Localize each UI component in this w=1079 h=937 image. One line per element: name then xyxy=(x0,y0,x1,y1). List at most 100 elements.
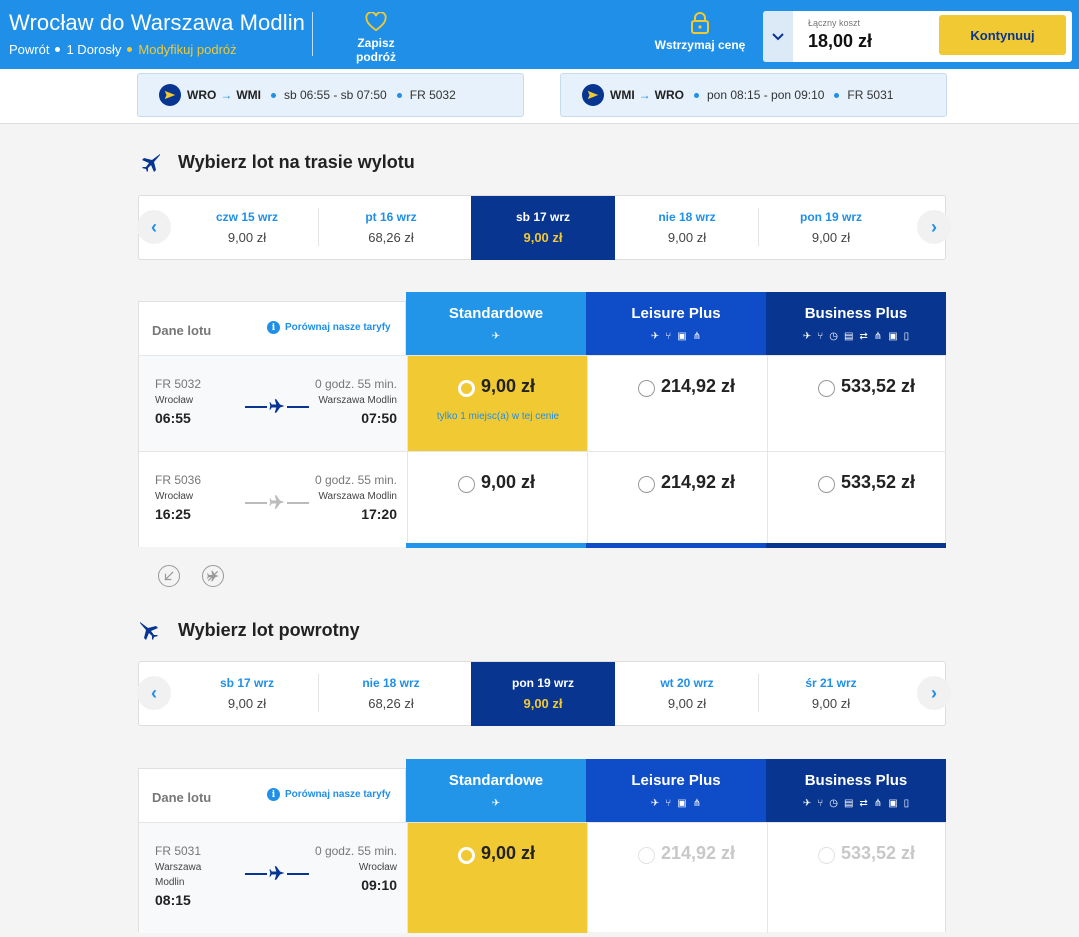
date-option[interactable]: czw 15 wrz 9,00 zł xyxy=(175,196,319,259)
summary-flight-number: FR 5031 xyxy=(847,88,894,102)
flex-icon: ⇄ xyxy=(859,331,868,342)
flight-info: FR 5036 0 godz. 55 min. Wrocław Warszawa… xyxy=(139,452,407,547)
flight-summary-strip: WRO → WMI sb 06:55 - sb 07:50 FR 5032 WM… xyxy=(0,69,1079,124)
date-label: nie 18 wrz xyxy=(658,210,716,224)
date-price: 9,00 zł xyxy=(227,696,267,711)
info-icon: i xyxy=(267,321,280,334)
departure-city: Wrocław xyxy=(155,395,194,406)
phone-icon: ▯ xyxy=(903,331,910,342)
summary-destination: WRO xyxy=(654,88,684,102)
no-plane-icon xyxy=(202,565,224,587)
fare-standard[interactable]: 9,00 zł tylko 1 miejsc(a) w tej cenie xyxy=(407,356,587,451)
fare-radio-selected[interactable] xyxy=(458,380,475,397)
flight-row: FR 5032 0 godz. 55 min. Wrocław Warszawa… xyxy=(138,355,946,451)
fare-price: 214,92 zł xyxy=(661,843,736,863)
date-label: sb 17 wrz xyxy=(219,676,275,690)
departure-city: Warszawa Modlin xyxy=(155,862,202,888)
arrival-time: 09:10 xyxy=(361,877,397,893)
fare-business[interactable]: 533,52 zł xyxy=(767,452,946,547)
date-price: 68,26 zł xyxy=(368,696,414,711)
fare-price: 9,00 zł xyxy=(481,472,536,492)
departure-city: Wrocław xyxy=(155,491,194,502)
tier-business-header: Business Plus ✈ ⑂ ◷ ▤ ⇄ ⋔ ▣ ▯ xyxy=(766,292,946,355)
modify-trip-link[interactable]: Modyfikuj podróż xyxy=(138,42,236,57)
departure-time: 08:15 xyxy=(155,892,191,908)
compare-fares-link[interactable]: i Porównaj nasze taryfy xyxy=(267,321,391,334)
date-option[interactable]: śr 21 wrz 9,00 zł xyxy=(759,662,903,725)
seat-icon: ⑂ xyxy=(665,798,672,809)
date-price: 9,00 zł xyxy=(667,230,707,245)
tier-business-footer xyxy=(766,543,946,548)
fare-business[interactable]: 533,52 zł xyxy=(767,823,946,933)
tier-name: Leisure Plus xyxy=(631,305,721,322)
fare-standard[interactable]: 9,00 zł xyxy=(407,452,587,547)
continue-button[interactable]: Kontynuuj xyxy=(939,15,1066,55)
carousel-prev-button[interactable]: ‹ xyxy=(137,676,171,710)
date-option[interactable]: pt 16 wrz 68,26 zł xyxy=(319,196,463,259)
date-option[interactable]: nie 18 wrz 68,26 zł xyxy=(319,662,463,725)
total-expand-toggle[interactable] xyxy=(763,11,793,62)
arrival-city: Warszawa Modlin xyxy=(318,491,397,502)
fare-price: 9,00 zł xyxy=(481,843,536,863)
flight-duration: 0 godz. 55 min. xyxy=(314,844,397,858)
outbound-fare-table: Dane lotu i Porównaj nasze taryfy Standar… xyxy=(138,292,946,552)
plane-icon xyxy=(269,866,285,880)
tier-leisure-header: Leisure Plus ✈ ⑂ ▣ ⋔ xyxy=(586,292,766,355)
compare-fares-link[interactable]: i Porównaj nasze taryfy xyxy=(267,788,391,801)
tier-feature-icons: ✈ ⑂ ▣ ⋔ xyxy=(586,331,766,342)
save-trip-button[interactable]: Zapisz podróż xyxy=(336,12,416,64)
tier-leisure-header: Leisure Plus ✈ ⑂ ▣ ⋔ xyxy=(586,759,766,822)
tier-standard-footer xyxy=(406,543,586,548)
date-price: 9,00 zł xyxy=(667,696,707,711)
flight-number: FR 5031 xyxy=(155,844,202,858)
tier-leisure-footer xyxy=(586,543,766,548)
return-title-text: Wybierz lot powrotny xyxy=(178,619,360,640)
no-connection-icon xyxy=(158,565,180,587)
fare-standard[interactable]: 9,00 zł xyxy=(407,823,587,933)
seat-icon: ⑂ xyxy=(817,331,824,342)
fare-radio[interactable] xyxy=(818,380,835,397)
total-cost-label: Łączny koszt xyxy=(808,18,861,28)
fare-radio[interactable] xyxy=(818,847,835,864)
outbound-title-text: Wybierz lot na trasie wylotu xyxy=(178,151,415,172)
tier-name: Standardowe xyxy=(448,305,544,322)
hold-price-button[interactable]: Wstrzymaj cenę xyxy=(650,12,750,52)
arrival-city: Warszawa Modlin xyxy=(318,395,397,406)
fare-radio[interactable] xyxy=(638,476,655,493)
bag-icon: ▣ xyxy=(677,798,687,809)
date-option-selected[interactable]: sb 17 wrz 9,00 zł xyxy=(471,196,615,260)
return-summary-card[interactable]: WMI → WRO pon 08:15 - pon 09:10 FR 5031 xyxy=(560,73,947,117)
top-bar: Wrocław do Warszawa Modlin Powrót 1 Doro… xyxy=(0,0,1079,69)
outbound-summary-card[interactable]: WRO → WMI sb 06:55 - sb 07:50 FR 5032 xyxy=(137,73,524,117)
fare-leisure[interactable]: 214,92 zł xyxy=(587,452,767,547)
heart-icon xyxy=(365,12,387,32)
date-label: śr 21 wrz xyxy=(805,676,857,690)
summary-destination: WMI xyxy=(236,88,261,102)
fare-radio[interactable] xyxy=(638,847,655,864)
fare-leisure[interactable]: 214,92 zł xyxy=(587,356,767,451)
fare-price: 533,52 zł xyxy=(841,472,916,492)
date-option[interactable]: wt 20 wrz 9,00 zł xyxy=(615,662,759,725)
flight-data-label: Dane lotu xyxy=(152,790,212,805)
save-trip-label: Zapisz podróż xyxy=(356,36,396,64)
date-option-selected[interactable]: pon 19 wrz 9,00 zł xyxy=(471,662,615,726)
fare-radio[interactable] xyxy=(458,476,475,493)
date-option[interactable]: pon 19 wrz 9,00 zł xyxy=(759,196,903,259)
fare-radio[interactable] xyxy=(818,476,835,493)
fare-radio[interactable] xyxy=(638,380,655,397)
fare-radio-selected[interactable] xyxy=(458,847,475,864)
carousel-next-button[interactable]: › xyxy=(917,210,951,244)
chevron-right-icon: › xyxy=(931,682,937,703)
tier-business-header: Business Plus ✈ ⑂ ◷ ▤ ⇄ ⋔ ▣ ▯ xyxy=(766,759,946,822)
date-label: wt 20 wrz xyxy=(660,676,714,690)
fare-price: 214,92 zł xyxy=(661,472,736,492)
carousel-prev-button[interactable]: ‹ xyxy=(137,210,171,244)
plane-icon: ✈ xyxy=(650,331,660,342)
summary-origin: WRO xyxy=(187,88,217,102)
separator-dot xyxy=(834,92,840,98)
fare-business[interactable]: 533,52 zł xyxy=(767,356,946,451)
date-option[interactable]: nie 18 wrz 9,00 zł xyxy=(615,196,759,259)
carousel-next-button[interactable]: › xyxy=(917,676,951,710)
fare-leisure[interactable]: 214,92 zł xyxy=(587,823,767,933)
date-option[interactable]: sb 17 wrz 9,00 zł xyxy=(175,662,319,725)
